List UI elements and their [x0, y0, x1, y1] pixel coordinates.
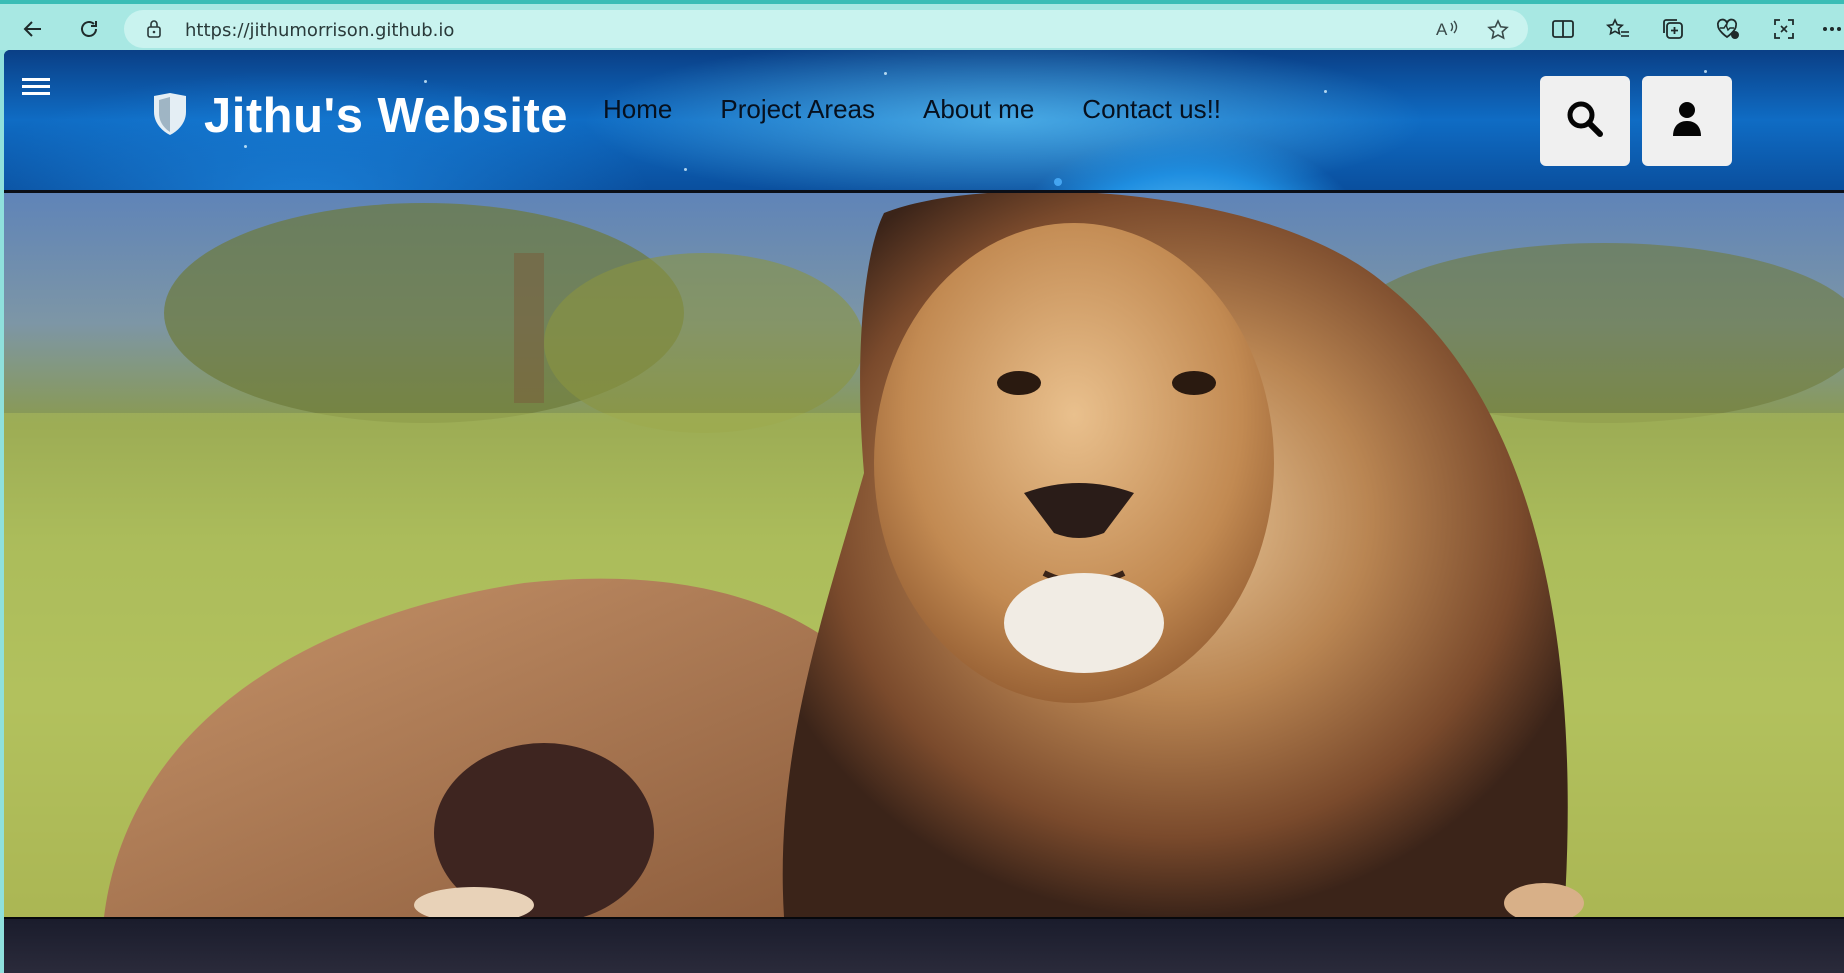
- lion-illustration: [4, 193, 1844, 917]
- refresh-icon[interactable]: [72, 12, 106, 46]
- shield-icon: [150, 91, 190, 142]
- health-icon[interactable]: [1713, 14, 1743, 44]
- split-screen-icon[interactable]: [1548, 14, 1578, 44]
- nav-about-me[interactable]: About me: [923, 94, 1034, 125]
- web-page: Jithu's Website Home Project Areas About…: [4, 50, 1844, 973]
- user-button[interactable]: [1642, 76, 1732, 166]
- favorite-star-icon[interactable]: [1486, 18, 1510, 47]
- user-icon: [1671, 100, 1703, 143]
- search-button[interactable]: [1540, 76, 1630, 166]
- address-bar[interactable]: https://jithumorrison.github.io A: [124, 10, 1528, 48]
- next-section-preview: [4, 917, 1844, 973]
- browser-toolbar: https://jithumorrison.github.io A: [0, 0, 1844, 50]
- back-icon[interactable]: [16, 12, 50, 46]
- main-nav: Home Project Areas About me Contact us!!: [603, 94, 1269, 125]
- nav-home[interactable]: Home: [603, 94, 672, 125]
- site-brand[interactable]: Jithu's Website: [150, 88, 568, 144]
- more-icon[interactable]: [1820, 14, 1844, 44]
- svg-text:A: A: [1436, 20, 1448, 39]
- hero-image: [4, 193, 1844, 917]
- hamburger-icon[interactable]: [22, 76, 52, 103]
- nav-project-areas[interactable]: Project Areas: [720, 94, 875, 125]
- collections-icon[interactable]: [1658, 14, 1688, 44]
- favorites-icon[interactable]: [1603, 14, 1633, 44]
- site-header: Jithu's Website Home Project Areas About…: [4, 50, 1844, 193]
- read-aloud-icon[interactable]: A: [1436, 18, 1462, 45]
- screenshot-icon[interactable]: [1769, 14, 1799, 44]
- site-title[interactable]: Jithu's Website: [204, 88, 568, 144]
- lock-icon[interactable]: [146, 19, 162, 44]
- search-icon: [1565, 99, 1605, 144]
- nav-contact-us[interactable]: Contact us!!: [1082, 94, 1221, 125]
- url-text[interactable]: https://jithumorrison.github.io: [185, 20, 454, 41]
